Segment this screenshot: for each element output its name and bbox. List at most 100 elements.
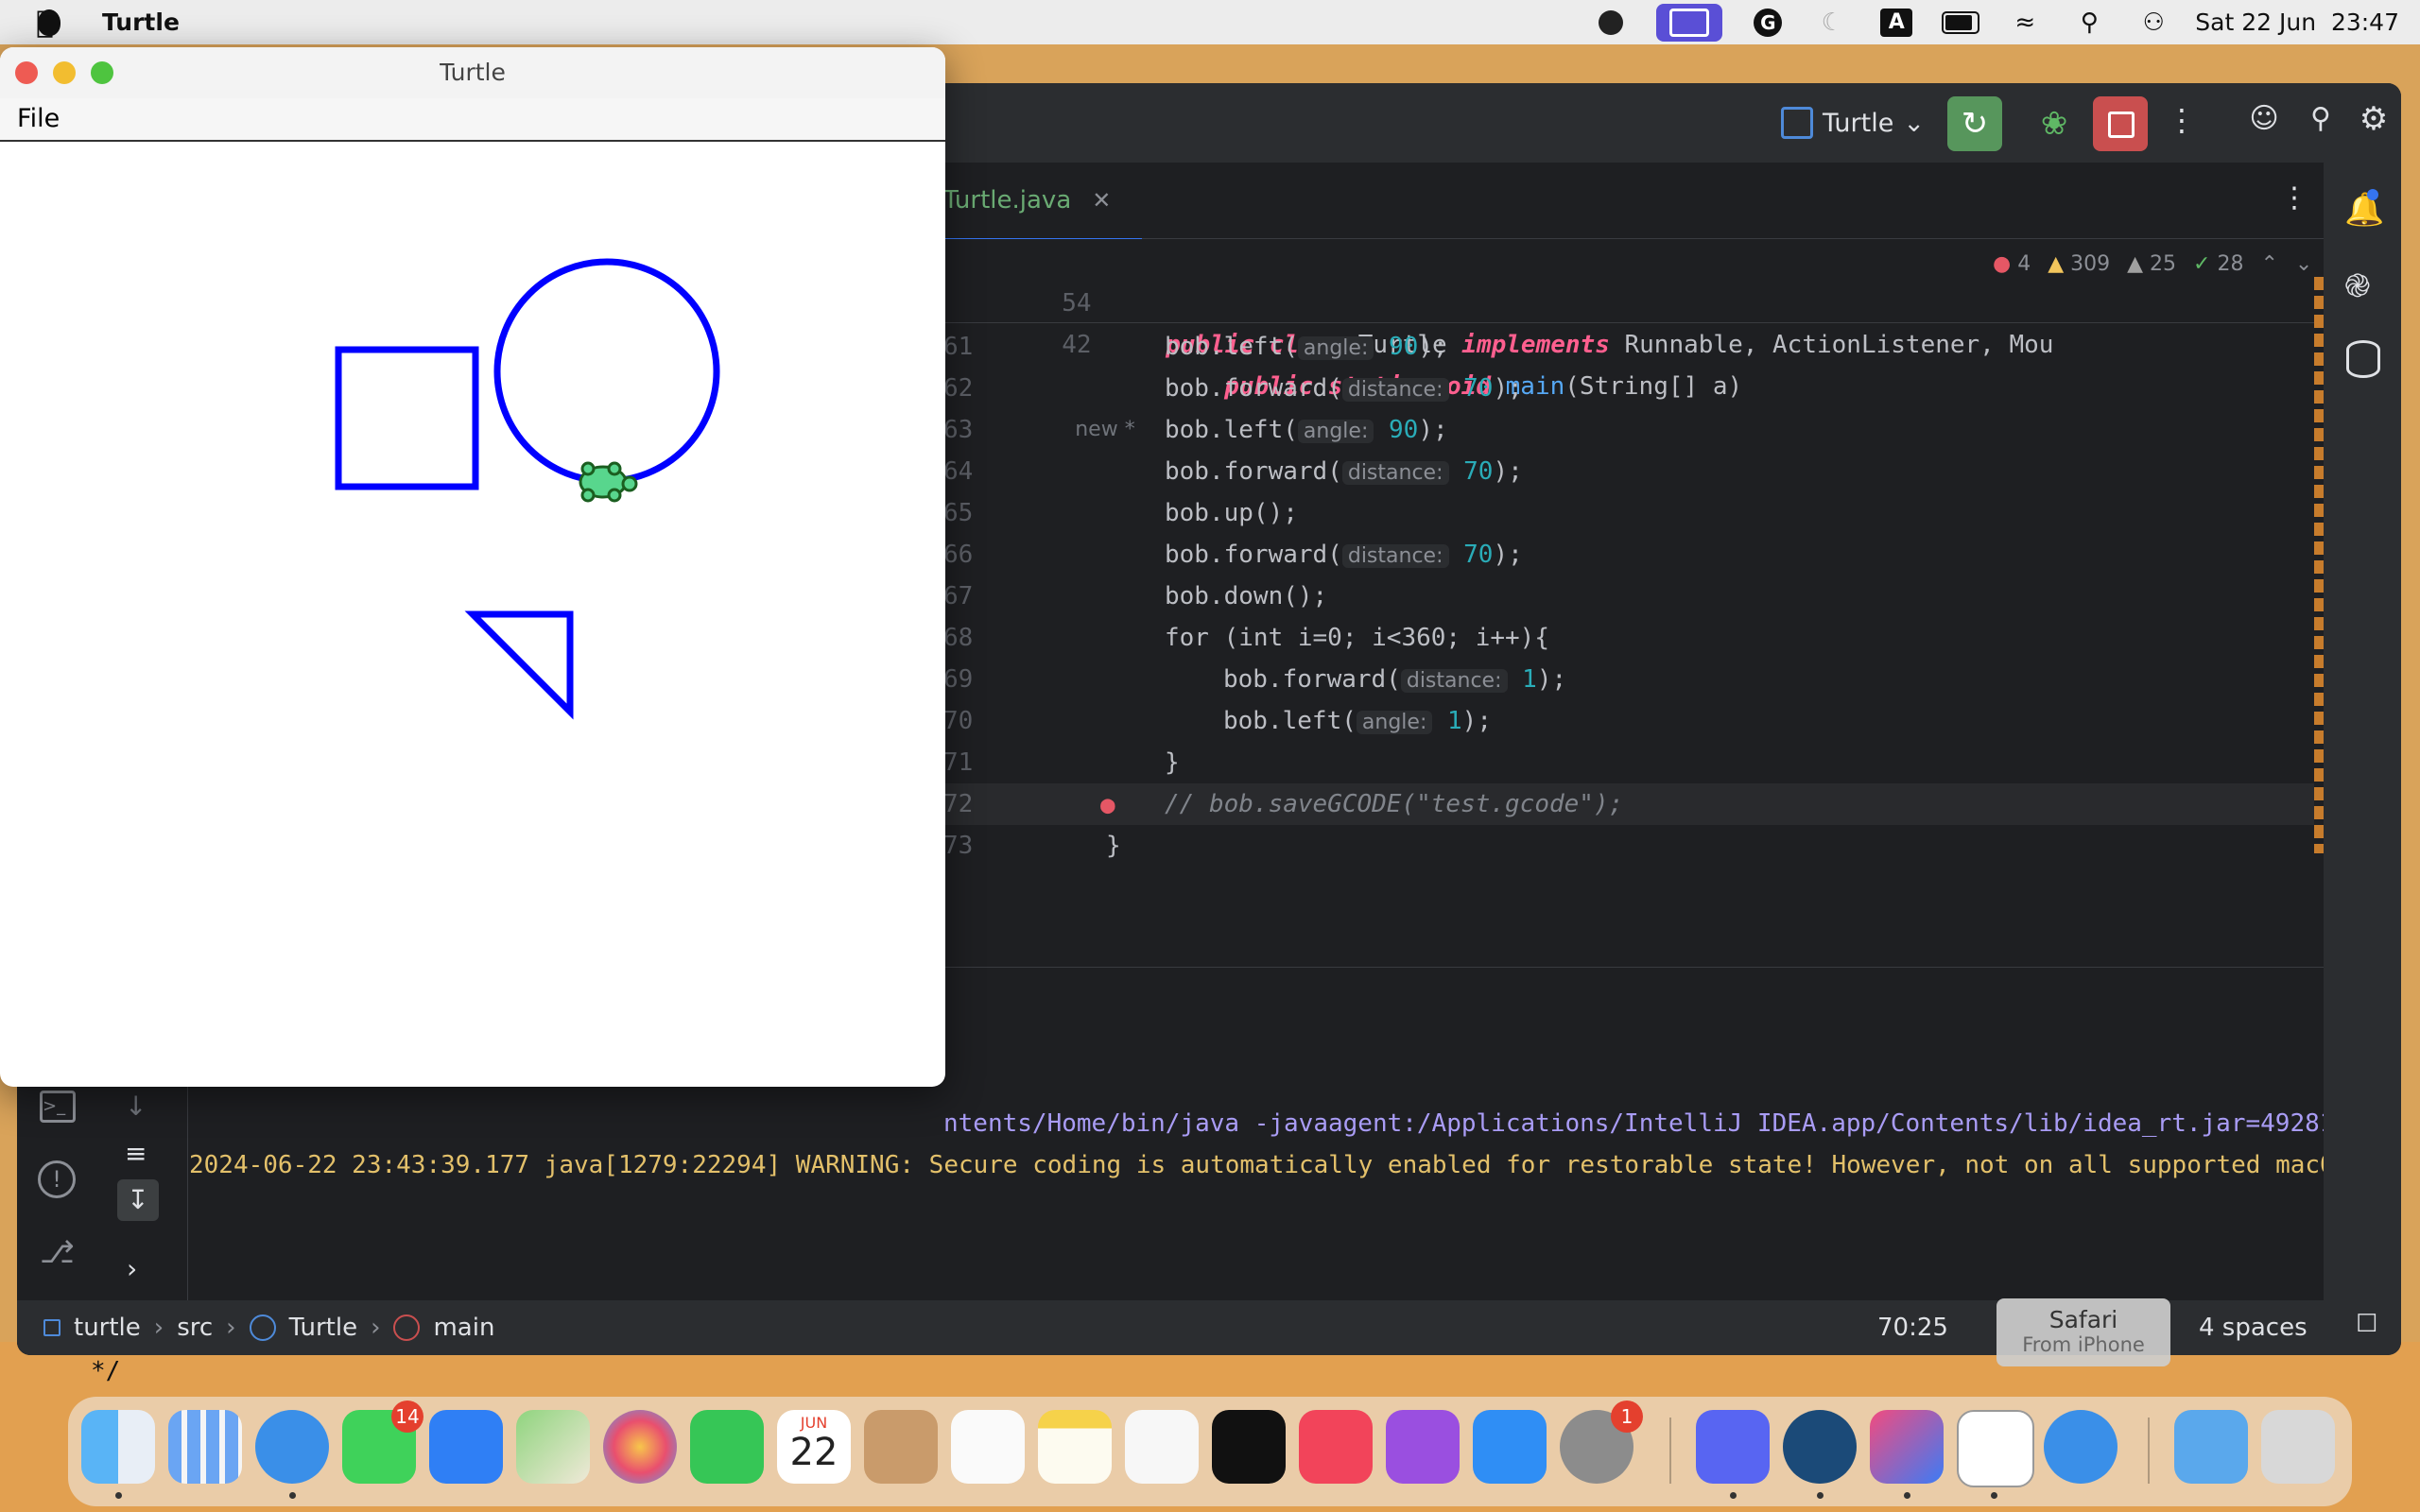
database-icon[interactable] bbox=[2346, 340, 2380, 378]
scroll-to-end-icon[interactable]: ↧ bbox=[117, 1179, 159, 1221]
spotlight-search-icon[interactable]: ⚲ bbox=[2070, 9, 2108, 37]
chevron-up-icon[interactable]: ⌃ bbox=[2260, 252, 2277, 276]
control-center-icon[interactable]: ⚇ bbox=[2135, 9, 2172, 37]
apple-tv-icon[interactable] bbox=[1212, 1410, 1286, 1484]
problems-icon[interactable]: ! bbox=[38, 1160, 76, 1198]
app-store-icon[interactable] bbox=[1473, 1410, 1547, 1484]
code-line[interactable]: 62 bob.forward(distance: 70); bbox=[943, 368, 1523, 409]
safari-icon[interactable] bbox=[255, 1410, 329, 1484]
notifications-bell-icon[interactable]: 🔔 bbox=[2344, 191, 2384, 229]
battery-icon[interactable] bbox=[1942, 9, 1980, 37]
menu-file[interactable]: File bbox=[17, 104, 60, 133]
sticky-line-method[interactable]: 42 public static void main(String[] a) n… bbox=[943, 283, 1742, 441]
safari-handoff-tooltip[interactable]: Safari From iPhone bbox=[1996, 1298, 2170, 1366]
close-window-button[interactable] bbox=[15, 61, 38, 84]
error-count-value: 4 bbox=[2017, 252, 2031, 276]
sticky-line-class[interactable]: 54 public class Turtle implements Runnab… bbox=[943, 241, 2053, 359]
mail-icon[interactable] bbox=[429, 1410, 503, 1484]
code-line[interactable]: 70 bob.left(angle: 1); bbox=[943, 700, 1492, 742]
minimize-window-button[interactable] bbox=[53, 61, 76, 84]
breadcrumb-item-method[interactable]: main bbox=[433, 1314, 494, 1342]
intellij-icon[interactable] bbox=[1870, 1410, 1944, 1484]
record-icon[interactable] bbox=[1592, 9, 1630, 37]
line-number: 66 bbox=[943, 541, 974, 569]
code-line[interactable]: 71} bbox=[943, 742, 1180, 783]
indent-setting[interactable]: 4 spaces bbox=[2199, 1300, 2308, 1355]
music-icon[interactable] bbox=[1299, 1410, 1373, 1484]
turtle-canvas[interactable] bbox=[0, 142, 945, 1087]
breadcrumb-item-class[interactable]: Turtle bbox=[289, 1314, 358, 1342]
trash-icon[interactable] bbox=[2261, 1410, 2335, 1484]
code-line[interactable]: 67 bob.down(); bbox=[943, 576, 1327, 617]
code-line[interactable]: 73} bbox=[943, 825, 1121, 867]
error-bulb-icon[interactable]: ● bbox=[1100, 791, 1123, 819]
code-line[interactable]: 68 for (int i=0; i<360; i++){ bbox=[943, 617, 1549, 659]
code-line[interactable]: 66 bob.forward(distance: 70); bbox=[943, 534, 1523, 576]
contacts-icon[interactable] bbox=[864, 1410, 938, 1484]
zoom-window-button[interactable] bbox=[91, 61, 113, 84]
add-user-icon[interactable]: ☺ bbox=[2242, 102, 2286, 146]
close-icon[interactable]: ✕ bbox=[1092, 187, 1111, 214]
active-app-name[interactable]: Turtle bbox=[102, 9, 180, 36]
menubar-datetime[interactable]: Sat 22 Jun 23:47 bbox=[2195, 9, 2399, 36]
notes-icon[interactable] bbox=[1038, 1410, 1112, 1484]
debug-icon[interactable]: ❀ bbox=[2031, 100, 2078, 147]
code-object: bob. bbox=[1165, 541, 1224, 569]
calendar-icon[interactable]: JUN 22 bbox=[777, 1410, 851, 1484]
podcasts-icon[interactable] bbox=[1386, 1410, 1460, 1484]
ai-assistant-icon[interactable]: ֎ bbox=[2344, 263, 2371, 306]
grammarly-icon[interactable]: G bbox=[1749, 8, 1787, 37]
tab-options-icon[interactable]: ⋮ bbox=[2280, 181, 2308, 215]
tab-turtle-java[interactable]: Turtle.java ✕ bbox=[943, 163, 1142, 241]
weak-count-value: 25 bbox=[2150, 252, 2177, 276]
code-line[interactable]: 63 bob.left(angle: 90); bbox=[943, 409, 1448, 451]
breadcrumb: turtle › src › Turtle › main bbox=[43, 1300, 494, 1355]
facetime-icon[interactable] bbox=[690, 1410, 764, 1484]
finder-icon[interactable] bbox=[81, 1410, 155, 1484]
code-line[interactable]: 65 bob.up(); bbox=[943, 492, 1298, 534]
search-icon[interactable]: ⚲ bbox=[2299, 102, 2342, 146]
breadcrumb-item-module[interactable]: turtle bbox=[74, 1314, 141, 1342]
launchpad-icon[interactable] bbox=[168, 1410, 242, 1484]
chevron-down-icon[interactable]: ⌄ bbox=[2295, 252, 2312, 276]
code-line[interactable]: 64 bob.forward(distance: 70); bbox=[943, 451, 1523, 492]
code-object: bob. bbox=[1165, 457, 1224, 486]
inspection-widget[interactable]: ● 4 ▲ 309 ▲ 25 ✓ 28 ⌃ ⌄ bbox=[1993, 252, 2312, 276]
discord-icon[interactable] bbox=[1696, 1410, 1770, 1484]
expand-chevron-icon[interactable]: › bbox=[127, 1253, 137, 1284]
code-text: bob.forward(distance: 1); bbox=[1223, 659, 1566, 702]
code-line[interactable]: 69 bob.forward(distance: 1); bbox=[943, 659, 1566, 700]
code-call: down( bbox=[1223, 582, 1298, 610]
keyboard-input-icon[interactable]: A bbox=[1877, 8, 1915, 37]
code-line[interactable]: 61 bob.left(angle: 90); bbox=[943, 326, 1448, 368]
code-call: forward( bbox=[1282, 665, 1401, 694]
scroll-down-icon[interactable]: ↓ bbox=[125, 1091, 147, 1122]
stop-button[interactable] bbox=[2093, 96, 2148, 151]
drawn-triangle bbox=[464, 610, 574, 720]
steam-icon[interactable] bbox=[1783, 1410, 1857, 1484]
terminal-icon[interactable]: >_ bbox=[40, 1091, 76, 1123]
java-app-icon[interactable] bbox=[1957, 1410, 2034, 1487]
wifi-icon[interactable]: ≈ bbox=[2006, 9, 2044, 37]
downloads-folder-icon[interactable] bbox=[2174, 1410, 2248, 1484]
soft-wrap-icon[interactable]: ≡ bbox=[125, 1138, 147, 1169]
code-call: forward( bbox=[1223, 457, 1342, 486]
photos-icon[interactable] bbox=[603, 1410, 677, 1484]
run-config-selector[interactable]: Turtle ⌄ bbox=[1781, 102, 1925, 144]
moon-icon[interactable]: ☾ bbox=[1813, 9, 1851, 37]
safari-iphone-icon[interactable] bbox=[2044, 1410, 2118, 1484]
caret-position[interactable]: 70:25 bbox=[1877, 1300, 1948, 1355]
settings-gear-icon[interactable]: ⚙ bbox=[2352, 100, 2395, 144]
rerun-button[interactable]: ↻ bbox=[1947, 96, 2002, 151]
readonly-lock-icon[interactable]: ☐ bbox=[2356, 1310, 2377, 1338]
more-actions-icon[interactable]: ⋮ bbox=[2163, 102, 2201, 146]
git-branch-icon[interactable]: ⎇ bbox=[40, 1234, 75, 1270]
breadcrumb-item-src[interactable]: src bbox=[177, 1314, 213, 1342]
maps-icon[interactable] bbox=[516, 1410, 590, 1484]
code-editor[interactable]: 54 public class Turtle implements Runnab… bbox=[943, 239, 2341, 967]
console-warning-line: 2024-06-22 23:43:39.177 java[1279:22294]… bbox=[189, 1151, 2335, 1179]
line-number: 42 bbox=[1062, 331, 1092, 359]
reminders-icon[interactable] bbox=[951, 1410, 1025, 1484]
freeform-icon[interactable] bbox=[1125, 1410, 1199, 1484]
screen-share-icon[interactable] bbox=[1656, 3, 1723, 42]
